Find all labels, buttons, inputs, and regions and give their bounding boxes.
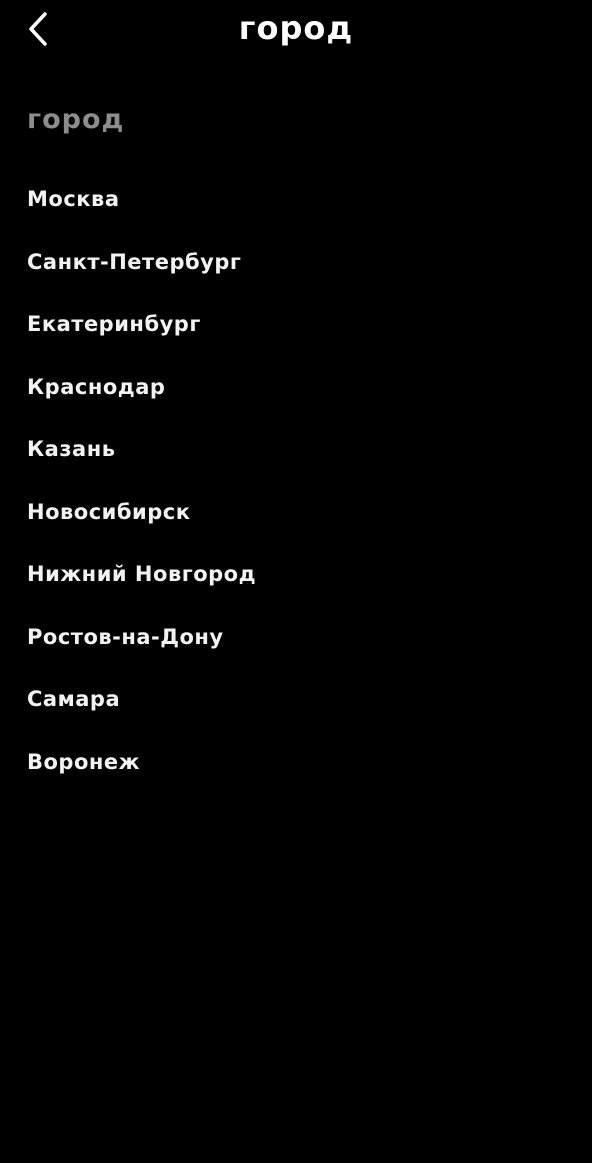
- city-item-rostov-na-donu[interactable]: Ростов-на-Дону: [0, 606, 592, 669]
- city-label: Казань: [27, 437, 116, 462]
- city-label: Нижний Новгород: [27, 562, 257, 587]
- city-label: Воронеж: [27, 749, 141, 774]
- city-list: Москва Санкт-Петербург Екатеринбург Крас…: [0, 168, 592, 793]
- city-label: Новосибирск: [27, 499, 191, 524]
- city-item-voronezh[interactable]: Воронеж: [0, 731, 592, 794]
- city-label: Москва: [27, 187, 120, 212]
- city-item-ekaterinburg[interactable]: Екатеринбург: [0, 293, 592, 356]
- app-header: город: [0, 0, 592, 60]
- page-title: город: [238, 9, 354, 47]
- city-label: Ростов-на-Дону: [27, 624, 224, 649]
- city-item-samara[interactable]: Самара: [0, 668, 592, 731]
- city-item-krasnodar[interactable]: Краснодар: [0, 356, 592, 419]
- section-title: город: [27, 104, 125, 135]
- city-label: Санкт-Петербург: [27, 249, 242, 274]
- city-item-novosibirsk[interactable]: Новосибирск: [0, 481, 592, 544]
- city-item-sankt-peterburg[interactable]: Санкт-Петербург: [0, 231, 592, 294]
- chevron-left-icon: [27, 11, 49, 47]
- city-item-nizhny-novgorod[interactable]: Нижний Новгород: [0, 543, 592, 606]
- city-label: Краснодар: [27, 374, 166, 399]
- city-item-moskva[interactable]: Москва: [0, 168, 592, 231]
- city-item-kazan[interactable]: Казань: [0, 418, 592, 481]
- back-button[interactable]: [18, 8, 58, 50]
- city-label: Самара: [27, 687, 121, 712]
- city-label: Екатеринбург: [27, 312, 201, 337]
